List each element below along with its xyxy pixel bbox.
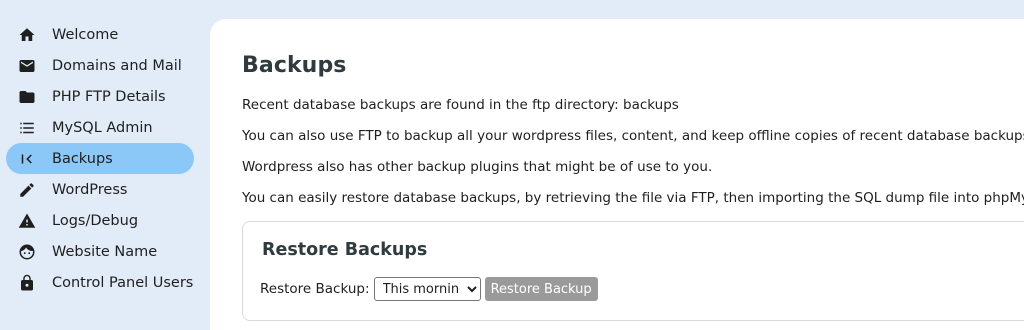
sidebar-item-control-panel-users[interactable]: Control Panel Users <box>6 267 194 298</box>
folder-icon <box>17 87 37 107</box>
warning-icon <box>17 211 37 231</box>
sidebar-item-label: Logs/Debug <box>52 212 139 229</box>
sidebar-item-label: Website Name <box>52 243 158 260</box>
sidebar-item-label: Control Panel Users <box>52 274 194 291</box>
home-icon <box>17 25 37 45</box>
info-paragraph: You can also use FTP to backup all your … <box>242 128 1024 144</box>
sidebar-item-domains-and-mail[interactable]: Domains and Mail <box>6 50 194 81</box>
sidebar-item-website-name[interactable]: Website Name <box>6 236 194 267</box>
restore-row: Restore Backup: This morning Restore Bac… <box>260 277 1024 301</box>
mail-icon <box>17 56 37 76</box>
sidebar-item-label: PHP FTP Details <box>52 88 166 105</box>
sidebar-item-php-ftp-details[interactable]: PHP FTP Details <box>6 81 194 112</box>
sidebar-item-logs-debug[interactable]: Logs/Debug <box>6 205 194 236</box>
lock-icon <box>17 273 37 293</box>
restore-backup-button[interactable]: Restore Backup <box>484 277 598 301</box>
sidebar-item-label: Domains and Mail <box>52 57 182 74</box>
info-paragraph: You can easily restore database backups,… <box>242 190 1024 206</box>
sidebar-item-label: MySQL Admin <box>52 119 153 136</box>
info-paragraph: Wordpress also has other backup plugins … <box>242 159 713 175</box>
list-icon <box>17 118 37 138</box>
restore-backup-label: Restore Backup: <box>260 281 370 297</box>
sidebar-item-label: WordPress <box>52 181 128 198</box>
pencil-icon <box>17 180 37 200</box>
restore-section-title: Restore Backups <box>262 240 428 260</box>
collapse-left-icon <box>17 149 37 169</box>
sidebar: Welcome Domains and Mail PHP FTP Details… <box>0 0 210 330</box>
control-panel-app: Welcome Domains and Mail PHP FTP Details… <box>0 0 1024 330</box>
sidebar-item-backups[interactable]: Backups <box>6 143 194 174</box>
sidebar-item-wordpress[interactable]: WordPress <box>6 174 194 205</box>
sidebar-item-welcome[interactable]: Welcome <box>6 19 194 50</box>
face-icon <box>17 242 37 262</box>
main-content: Backups Recent database backups are foun… <box>210 19 1024 330</box>
sidebar-item-mysql-admin[interactable]: MySQL Admin <box>6 112 194 143</box>
page-title: Backups <box>242 53 347 78</box>
restore-backup-select[interactable]: This morning <box>373 277 481 301</box>
restore-backups-card: Restore Backups Restore Backup: This mor… <box>242 221 1024 321</box>
sidebar-item-label: Backups <box>52 150 113 167</box>
info-paragraph: Recent database backups are found in the… <box>242 97 679 113</box>
sidebar-item-label: Welcome <box>52 26 119 43</box>
